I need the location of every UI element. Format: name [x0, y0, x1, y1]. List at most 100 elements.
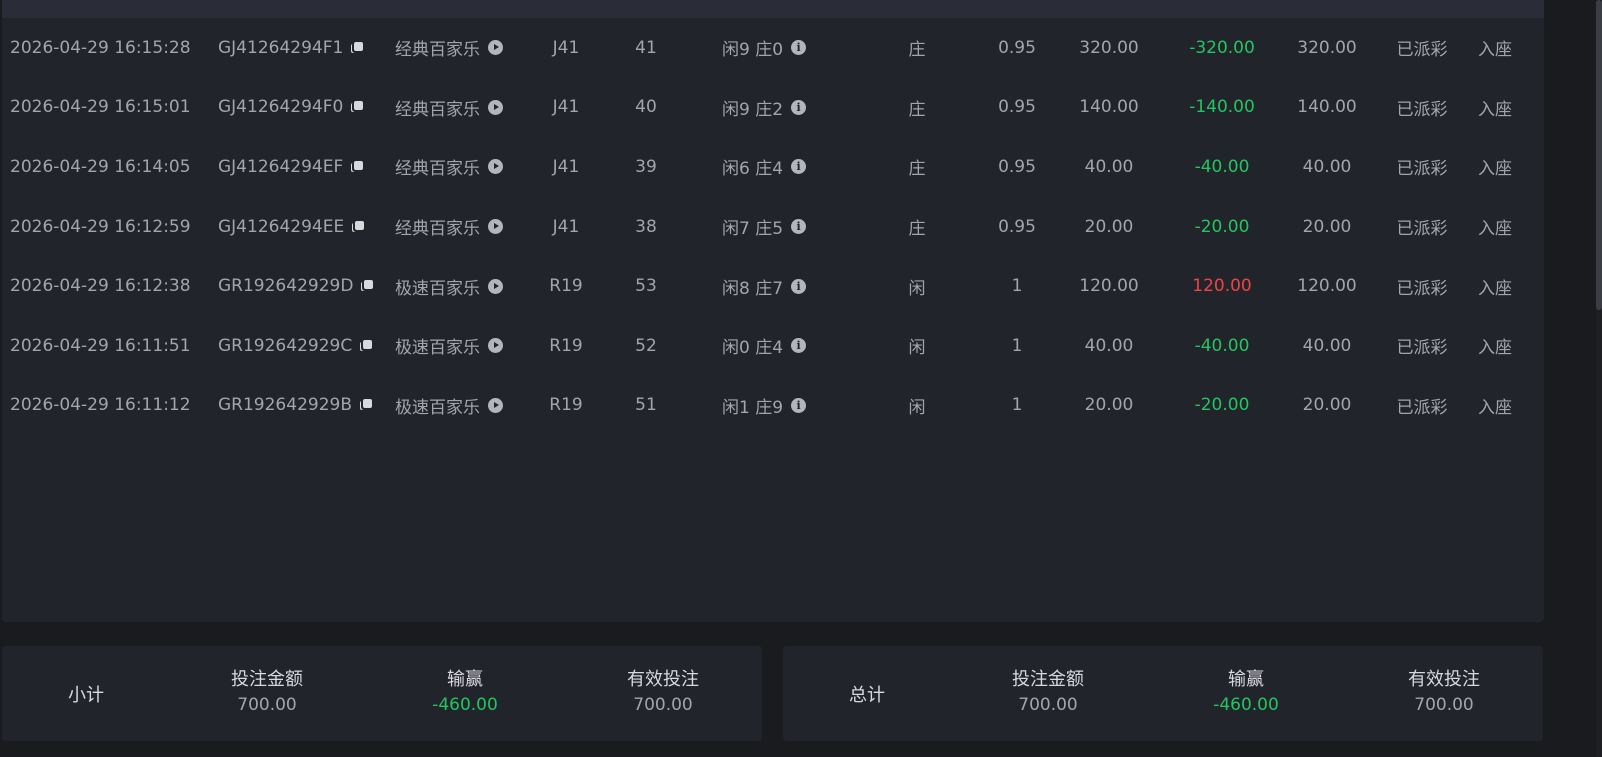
- info-circle-icon[interactable]: i: [791, 219, 807, 235]
- game-name-cell[interactable]: 极速百家乐: [395, 376, 503, 436]
- play-circle-icon[interactable]: [488, 219, 503, 235]
- table-row: 2026-04-29 16:15:28 GJ41264294F1 经典百家乐 J…: [2, 18, 1544, 78]
- game-name-cell[interactable]: 极速百家乐: [395, 256, 503, 316]
- subtotal-bet-label: 投注金额: [231, 669, 303, 690]
- bet-id[interactable]: GR192642929C: [218, 336, 352, 356]
- total-bet-label: 投注金额: [1012, 669, 1084, 690]
- info-circle-icon[interactable]: i: [791, 278, 807, 294]
- win-loss: -40.00: [1194, 335, 1250, 356]
- round-number: 52: [635, 335, 657, 356]
- play-circle-icon[interactable]: [488, 99, 503, 115]
- bet-id[interactable]: GR192642929B: [218, 395, 352, 415]
- game-name-cell[interactable]: 经典百家乐: [395, 197, 503, 257]
- bet-id-cell[interactable]: GJ41264294EF: [218, 137, 364, 197]
- copy-icon[interactable]: [360, 399, 372, 411]
- join-table-link[interactable]: 入座: [1470, 18, 1520, 78]
- table-row: 2026-04-29 16:11:12 GR192642929B 极速百家乐 R…: [2, 376, 1544, 436]
- round-number: 38: [635, 216, 657, 237]
- join-table-link[interactable]: 入座: [1470, 137, 1520, 197]
- bet-id[interactable]: GR192642929D: [218, 276, 353, 296]
- copy-icon[interactable]: [352, 220, 365, 233]
- game-name-cell[interactable]: 经典百家乐: [395, 18, 503, 78]
- table-code: J41: [552, 216, 580, 237]
- bet-side: 庄: [908, 159, 926, 180]
- payout-status: 已派彩: [1396, 278, 1448, 299]
- join-table-link[interactable]: 入座: [1470, 78, 1520, 138]
- page-scrollbar[interactable]: [1596, 0, 1602, 757]
- game-name-cell[interactable]: 极速百家乐: [395, 316, 503, 376]
- play-circle-icon[interactable]: [488, 40, 503, 56]
- game-name-cell[interactable]: 经典百家乐: [395, 78, 503, 138]
- game-result: 闲8 庄7: [722, 278, 784, 299]
- bet-time: 2026-04-29 16:15:28: [10, 37, 191, 58]
- total-valid-value: 700.00: [1414, 695, 1474, 715]
- bet-id-cell[interactable]: GR192642929D: [218, 256, 374, 316]
- info-circle-icon[interactable]: i: [791, 338, 807, 354]
- win-loss: -40.00: [1194, 156, 1250, 177]
- table-code: J41: [552, 97, 580, 118]
- valid-bet: 120.00: [1297, 276, 1357, 297]
- bet-amount: 40.00: [1084, 156, 1134, 177]
- game-name: 极速百家乐: [395, 397, 480, 418]
- join-table-link[interactable]: 入座: [1470, 197, 1520, 257]
- result-cell[interactable]: 闲9 庄0 i: [722, 18, 807, 78]
- valid-bet: 40.00: [1302, 335, 1352, 356]
- copy-icon[interactable]: [351, 41, 364, 54]
- subtotal-valid-value: 700.00: [633, 695, 693, 715]
- game-name: 极速百家乐: [395, 278, 480, 299]
- game-name: 经典百家乐: [395, 99, 480, 120]
- scrollbar-thumb[interactable]: [1596, 0, 1602, 310]
- bet-id-cell[interactable]: GJ41264294F0: [218, 78, 364, 138]
- table-row: 2026-04-29 16:11:51 GR192642929C 极速百家乐 R…: [2, 316, 1544, 376]
- result-cell[interactable]: 闲1 庄9 i: [722, 376, 807, 436]
- info-circle-icon[interactable]: i: [791, 397, 807, 413]
- join-table-link[interactable]: 入座: [1470, 316, 1520, 376]
- bet-id-cell[interactable]: GR192642929C: [218, 316, 373, 376]
- subtotal-bet-value: 700.00: [237, 695, 297, 715]
- play-circle-icon[interactable]: [488, 338, 503, 354]
- play-circle-icon[interactable]: [488, 278, 503, 294]
- game-name-cell[interactable]: 经典百家乐: [395, 137, 503, 197]
- bet-id-cell[interactable]: GR192642929B: [218, 376, 372, 436]
- subtotal-win-value: -460.00: [432, 695, 498, 715]
- bet-id-cell[interactable]: GJ41264294F1: [218, 18, 364, 78]
- copy-icon[interactable]: [361, 280, 374, 292]
- win-loss: 120.00: [1192, 276, 1252, 297]
- play-circle-icon[interactable]: [488, 397, 503, 413]
- result-cell[interactable]: 闲0 庄4 i: [722, 316, 807, 376]
- result-cell[interactable]: 闲7 庄5 i: [722, 197, 807, 257]
- subtotal-valid: 有效投注 700.00: [573, 668, 753, 718]
- bet-side: 闲: [908, 338, 926, 359]
- play-circle-icon[interactable]: [488, 159, 503, 175]
- copy-icon[interactable]: [351, 160, 364, 173]
- bet-id-cell[interactable]: GJ41264294EE: [218, 197, 365, 257]
- copy-icon[interactable]: [360, 339, 373, 352]
- info-circle-icon[interactable]: i: [791, 159, 807, 175]
- odds: 1: [1011, 276, 1023, 297]
- bet-time: 2026-04-29 16:12:38: [10, 276, 191, 297]
- table-row: 2026-04-29 16:12:38 GR192642929D 极速百家乐 R…: [2, 256, 1544, 316]
- result-cell[interactable]: 闲6 庄4 i: [722, 137, 807, 197]
- bet-id[interactable]: GJ41264294F0: [218, 97, 343, 117]
- total-win: 输赢 -460.00: [1156, 668, 1336, 718]
- join-table-link[interactable]: 入座: [1470, 376, 1520, 436]
- bet-id[interactable]: GJ41264294EE: [218, 217, 344, 237]
- result-cell[interactable]: 闲9 庄2 i: [722, 78, 807, 138]
- game-result: 闲0 庄4: [722, 338, 784, 359]
- game-name: 经典百家乐: [395, 219, 480, 240]
- info-circle-icon[interactable]: i: [791, 99, 807, 115]
- payout-status: 已派彩: [1396, 159, 1448, 180]
- result-cell[interactable]: 闲8 庄7 i: [722, 256, 807, 316]
- bet-amount: 120.00: [1079, 276, 1139, 297]
- info-circle-icon[interactable]: i: [791, 40, 807, 56]
- game-result: 闲6 庄4: [722, 159, 784, 180]
- join-table-link[interactable]: 入座: [1470, 256, 1520, 316]
- bet-id[interactable]: GJ41264294EF: [218, 157, 343, 177]
- bet-side: 庄: [908, 40, 926, 61]
- bet-id[interactable]: GJ41264294F1: [218, 38, 343, 58]
- copy-icon[interactable]: [351, 101, 364, 113]
- round-number: 40: [635, 97, 657, 118]
- round-number: 39: [635, 156, 657, 177]
- total-win-label: 输赢: [1228, 669, 1264, 690]
- game-name: 极速百家乐: [395, 338, 480, 359]
